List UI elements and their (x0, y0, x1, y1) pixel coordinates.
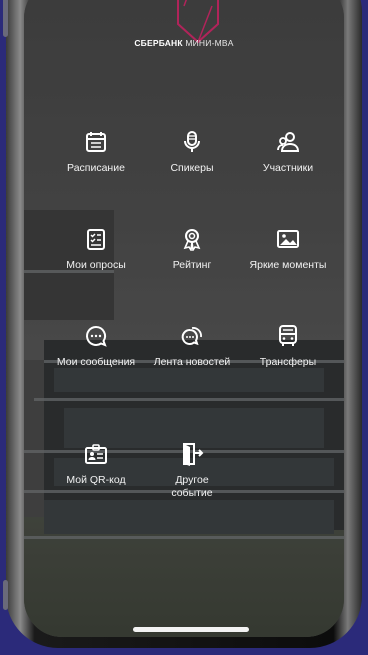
menu-tile-news-feed[interactable]: Лента новостей (142, 324, 242, 369)
image-icon (277, 230, 299, 248)
id-card-icon (85, 444, 107, 464)
background-photo (24, 0, 344, 637)
logo-product: МИНИ-MBA (185, 38, 234, 48)
menu-tile-my-qr-code[interactable]: Мой QR-код (46, 442, 146, 487)
menu-label: Расписание (67, 162, 125, 174)
menu-label: Рейтинг (172, 259, 212, 271)
menu-label: Яркие моменты (249, 259, 327, 271)
menu-tile-schedule[interactable]: Расписание (46, 130, 146, 175)
menu-label: Другое событие (171, 474, 213, 499)
logo-brand: СБЕРБАНК (134, 38, 183, 48)
menu-label: Мои опросы (66, 259, 126, 271)
app-logo: СБЕРБАНК МИНИ-MBA (24, 38, 344, 48)
menu-label: Мой QR-код (66, 474, 126, 486)
menu-label: Мои сообщения (56, 356, 136, 368)
menu-tile-transfers[interactable]: Трансферы (238, 324, 338, 369)
menu-tile-my-messages[interactable]: Мои сообщения (46, 324, 146, 369)
menu-tile-my-surveys[interactable]: Мои опросы (46, 227, 146, 272)
survey-icon (87, 229, 105, 250)
menu-tile-rating[interactable]: Рейтинг (142, 227, 242, 272)
menu-label: Лента новостей (153, 356, 231, 368)
menu-label: Трансферы (259, 356, 317, 368)
award-icon (183, 229, 201, 251)
app-screen: СБЕРБАНК МИНИ-MBA Расписание Спикеры Уча… (24, 0, 344, 637)
bus-icon (279, 325, 297, 346)
menu-label: Участники (262, 162, 314, 174)
menu-tile-speakers[interactable]: Спикеры (142, 130, 242, 175)
participants-icon (277, 132, 300, 152)
side-button (3, 0, 8, 37)
chat-icon (86, 325, 107, 347)
exit-door-icon (183, 443, 204, 466)
menu-tile-participants[interactable]: Участники (238, 130, 338, 175)
menu-tile-other-event[interactable]: Другое событие (142, 442, 242, 500)
microphone-icon (184, 131, 200, 152)
side-button (3, 580, 8, 610)
menu-tile-highlights[interactable]: Яркие моменты (238, 227, 338, 272)
home-indicator[interactable] (133, 627, 249, 632)
menu-label: Спикеры (170, 162, 214, 174)
news-chat-icon (181, 327, 202, 346)
calendar-icon (86, 132, 106, 152)
